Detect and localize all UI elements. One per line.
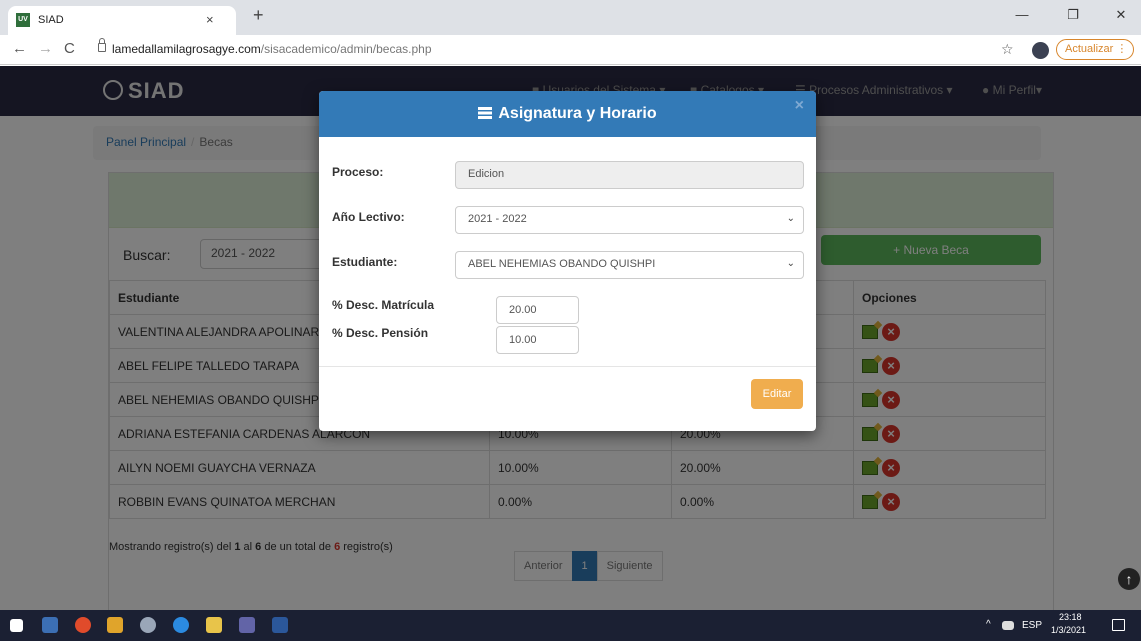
url-path: /sisacademico/admin/becas.php: [260, 42, 432, 56]
url-text: lamedallamilagrosagye.com/sisacademico/a…: [112, 42, 432, 56]
edge-icon[interactable]: [173, 617, 189, 633]
tray-arrow-icon[interactable]: ^: [986, 619, 991, 630]
url-field[interactable]: lamedallamilagrosagye.com/sisacademico/a…: [90, 38, 990, 61]
tab-title: SIAD: [38, 14, 64, 26]
desc-matricula-input[interactable]: 20.00: [496, 296, 579, 324]
windows-taskbar: ^ ESP 23:18 1/3/2021: [0, 610, 1141, 641]
desc-pension-label: % Desc. Pensión: [332, 326, 429, 340]
scroll-top-icon[interactable]: ↑: [1118, 568, 1140, 590]
update-button[interactable]: Actualizar ⋮: [1056, 39, 1134, 60]
teams-icon[interactable]: [239, 617, 255, 633]
url-host: lamedallamilagrosagye.com: [112, 42, 261, 56]
profile-avatar[interactable]: [1032, 42, 1049, 59]
estudiante-value: ABEL NEHEMIAS OBANDO QUISHPI: [468, 258, 656, 270]
restore-icon[interactable]: ❐: [1063, 7, 1083, 23]
chevron-down-icon: ⌄: [786, 258, 795, 269]
proceso-label: Proceso:: [332, 165, 384, 179]
browser-tab-strip: UV SIAD × + — ❐ ✕: [0, 0, 1141, 35]
calculator-icon[interactable]: [42, 617, 58, 633]
modal-header: Asignatura y Horario ×: [319, 91, 816, 137]
chevron-down-icon: ⌄: [786, 213, 795, 224]
windows-start-icon[interactable]: [10, 619, 23, 632]
word-icon[interactable]: [272, 617, 288, 633]
proceso-field: Edicion: [455, 161, 804, 189]
more-icon: ⋮: [1116, 43, 1128, 55]
clock-time[interactable]: 23:18: [1059, 612, 1082, 622]
desc-pension-input[interactable]: 10.00: [496, 326, 579, 354]
notifications-icon[interactable]: [1112, 619, 1125, 631]
minimize-icon[interactable]: —: [1012, 7, 1032, 22]
paint-icon[interactable]: [140, 617, 156, 633]
network-icon[interactable]: [1002, 621, 1014, 630]
anio-lectivo-label: Año Lectivo:: [332, 210, 405, 224]
desc-matricula-label: % Desc. Matrícula: [332, 298, 435, 312]
list-icon: [478, 107, 493, 119]
bookmark-star-icon[interactable]: ☆: [1001, 41, 1014, 58]
chrome-icon[interactable]: [75, 617, 91, 633]
lock-icon: [98, 38, 106, 52]
anio-lectivo-value: 2021 - 2022: [468, 213, 527, 225]
address-bar: ← → C lamedallamilagrosagye.com/sisacade…: [0, 35, 1141, 65]
sublime-icon[interactable]: [107, 617, 123, 633]
back-icon[interactable]: ←: [12, 40, 27, 57]
modal-title: Asignatura y Horario: [498, 105, 657, 122]
estudiante-label: Estudiante:: [332, 255, 398, 269]
estudiante-select[interactable]: ABEL NEHEMIAS OBANDO QUISHPI ⌄: [455, 251, 804, 279]
tab-close-icon[interactable]: ×: [206, 12, 214, 27]
file-explorer-icon[interactable]: [206, 617, 222, 633]
forward-icon[interactable]: →: [38, 40, 53, 57]
update-label: Actualizar: [1065, 43, 1114, 55]
editar-button[interactable]: Editar: [751, 379, 803, 409]
new-tab-button[interactable]: +: [253, 5, 264, 26]
browser-tab[interactable]: UV SIAD ×: [8, 6, 236, 35]
edit-beca-modal: Asignatura y Horario × Proceso: Edicion …: [319, 91, 816, 431]
siad-favicon-icon: UV: [16, 13, 30, 27]
clock-date[interactable]: 1/3/2021: [1051, 625, 1086, 635]
modal-close-icon[interactable]: ×: [795, 91, 804, 129]
modal-footer: Editar: [319, 366, 816, 431]
anio-lectivo-select[interactable]: 2021 - 2022 ⌄: [455, 206, 804, 234]
reload-icon[interactable]: C: [64, 40, 75, 57]
language-indicator[interactable]: ESP: [1022, 620, 1042, 631]
close-window-icon[interactable]: ✕: [1111, 7, 1131, 23]
